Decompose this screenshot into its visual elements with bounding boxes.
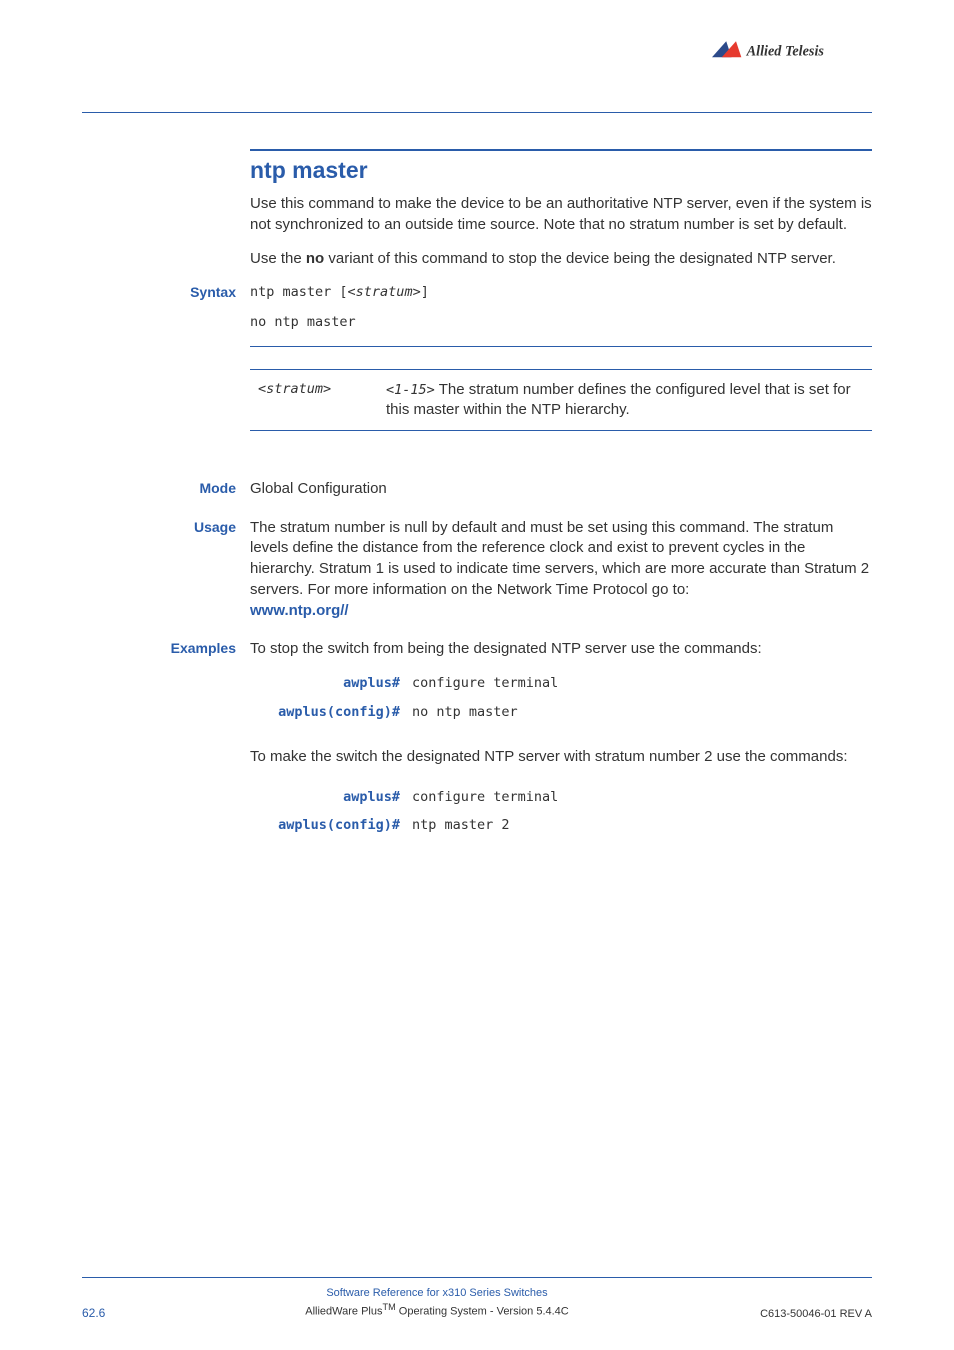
prompt: awplus(config)# bbox=[252, 812, 410, 839]
ntp-org-link[interactable]: www.ntp.org// bbox=[250, 602, 349, 619]
parameter-table: <stratum> <1-15> The stratum number defi… bbox=[250, 346, 872, 451]
no-keyword: no bbox=[306, 250, 324, 267]
command: ntp master 2 bbox=[412, 812, 870, 839]
syntax-label: Syntax bbox=[82, 284, 236, 300]
page-number: 62.6 bbox=[82, 1306, 142, 1320]
code: 1-15 bbox=[394, 382, 427, 398]
example-intro-1: To stop the switch from being the design… bbox=[250, 640, 762, 657]
text: Operating System - Version 5.4.4C bbox=[396, 1306, 569, 1318]
table-row: awplus(config)# no ntp master bbox=[252, 699, 870, 726]
command-table-1: awplus# configure terminal awplus(config… bbox=[250, 668, 872, 727]
text: AlliedWare Plus bbox=[305, 1306, 382, 1318]
footer-line-2: AlliedWare PlusTM Operating System - Ver… bbox=[142, 1301, 732, 1320]
table-row: awplus(config)# ntp master 2 bbox=[252, 812, 870, 839]
footer-line-1: Software Reference for x310 Series Switc… bbox=[142, 1286, 732, 1301]
prompt: awplus(config)# bbox=[252, 699, 410, 726]
prompt: awplus# bbox=[252, 784, 410, 811]
intro-paragraph-2: Use the no variant of this command to st… bbox=[250, 249, 872, 270]
code: > bbox=[427, 382, 435, 398]
header-rule bbox=[82, 112, 872, 113]
page-header: Allied Telesis bbox=[82, 38, 872, 94]
examples-section: Examples To stop the switch from being t… bbox=[250, 639, 872, 841]
usage-section: Usage The stratum number is null by defa… bbox=[250, 518, 872, 621]
syntax-line-1: ntp master [<stratum>] bbox=[250, 284, 872, 300]
mode-label: Mode bbox=[82, 479, 236, 498]
examples-label: Examples bbox=[82, 639, 236, 658]
param-desc-cell: <1-15> The stratum number defines the co… bbox=[378, 370, 872, 431]
text: variant of this command to stop the devi… bbox=[324, 250, 836, 267]
command: configure terminal bbox=[412, 784, 870, 811]
svg-text:Allied Telesis: Allied Telesis bbox=[746, 43, 825, 59]
main-content: ntp master Use this command to make the … bbox=[250, 149, 872, 841]
brand-logo: Allied Telesis bbox=[712, 38, 872, 64]
command-table-2: awplus# configure terminal awplus(config… bbox=[250, 782, 872, 841]
example-intro-2: To make the switch the designated NTP se… bbox=[250, 747, 872, 768]
mode-value: Global Configuration bbox=[250, 480, 387, 497]
revision-code: C613-50046-01 REV A bbox=[732, 1308, 872, 1320]
allied-telesis-logo-icon: Allied Telesis bbox=[712, 38, 872, 64]
usage-label: Usage bbox=[82, 518, 236, 537]
syntax-param: stratum bbox=[356, 284, 413, 300]
table-row: <stratum> <1-15> The stratum number defi… bbox=[250, 370, 872, 431]
text: Use the bbox=[250, 250, 306, 267]
code: >] bbox=[413, 284, 429, 300]
angle-bracket: > bbox=[323, 381, 331, 397]
table-row: awplus# configure terminal bbox=[252, 784, 870, 811]
syntax-line-2: no ntp master bbox=[250, 314, 872, 330]
param-name: stratum bbox=[266, 381, 323, 397]
page-footer: 62.6 Software Reference for x310 Series … bbox=[82, 1277, 872, 1320]
syntax-section: Syntax ntp master [<stratum>] no ntp mas… bbox=[250, 284, 872, 330]
param-description: The stratum number defines the configure… bbox=[386, 381, 851, 418]
command: configure terminal bbox=[412, 670, 870, 697]
code: ntp master [< bbox=[250, 284, 356, 300]
footer-center: Software Reference for x310 Series Switc… bbox=[142, 1286, 732, 1320]
trademark: TM bbox=[382, 1302, 395, 1312]
table-row: awplus# configure terminal bbox=[252, 670, 870, 697]
command-title: ntp master bbox=[250, 149, 872, 184]
code: < bbox=[386, 382, 394, 398]
intro-paragraph-1: Use this command to make the device to b… bbox=[250, 194, 872, 235]
angle-bracket: < bbox=[258, 381, 266, 397]
prompt: awplus# bbox=[252, 670, 410, 697]
param-range: <1-15> bbox=[386, 382, 435, 398]
command: no ntp master bbox=[412, 699, 870, 726]
param-name-cell: <stratum> bbox=[250, 370, 378, 431]
usage-text: The stratum number is null by default an… bbox=[250, 519, 869, 598]
mode-section: Mode Global Configuration bbox=[250, 479, 872, 500]
